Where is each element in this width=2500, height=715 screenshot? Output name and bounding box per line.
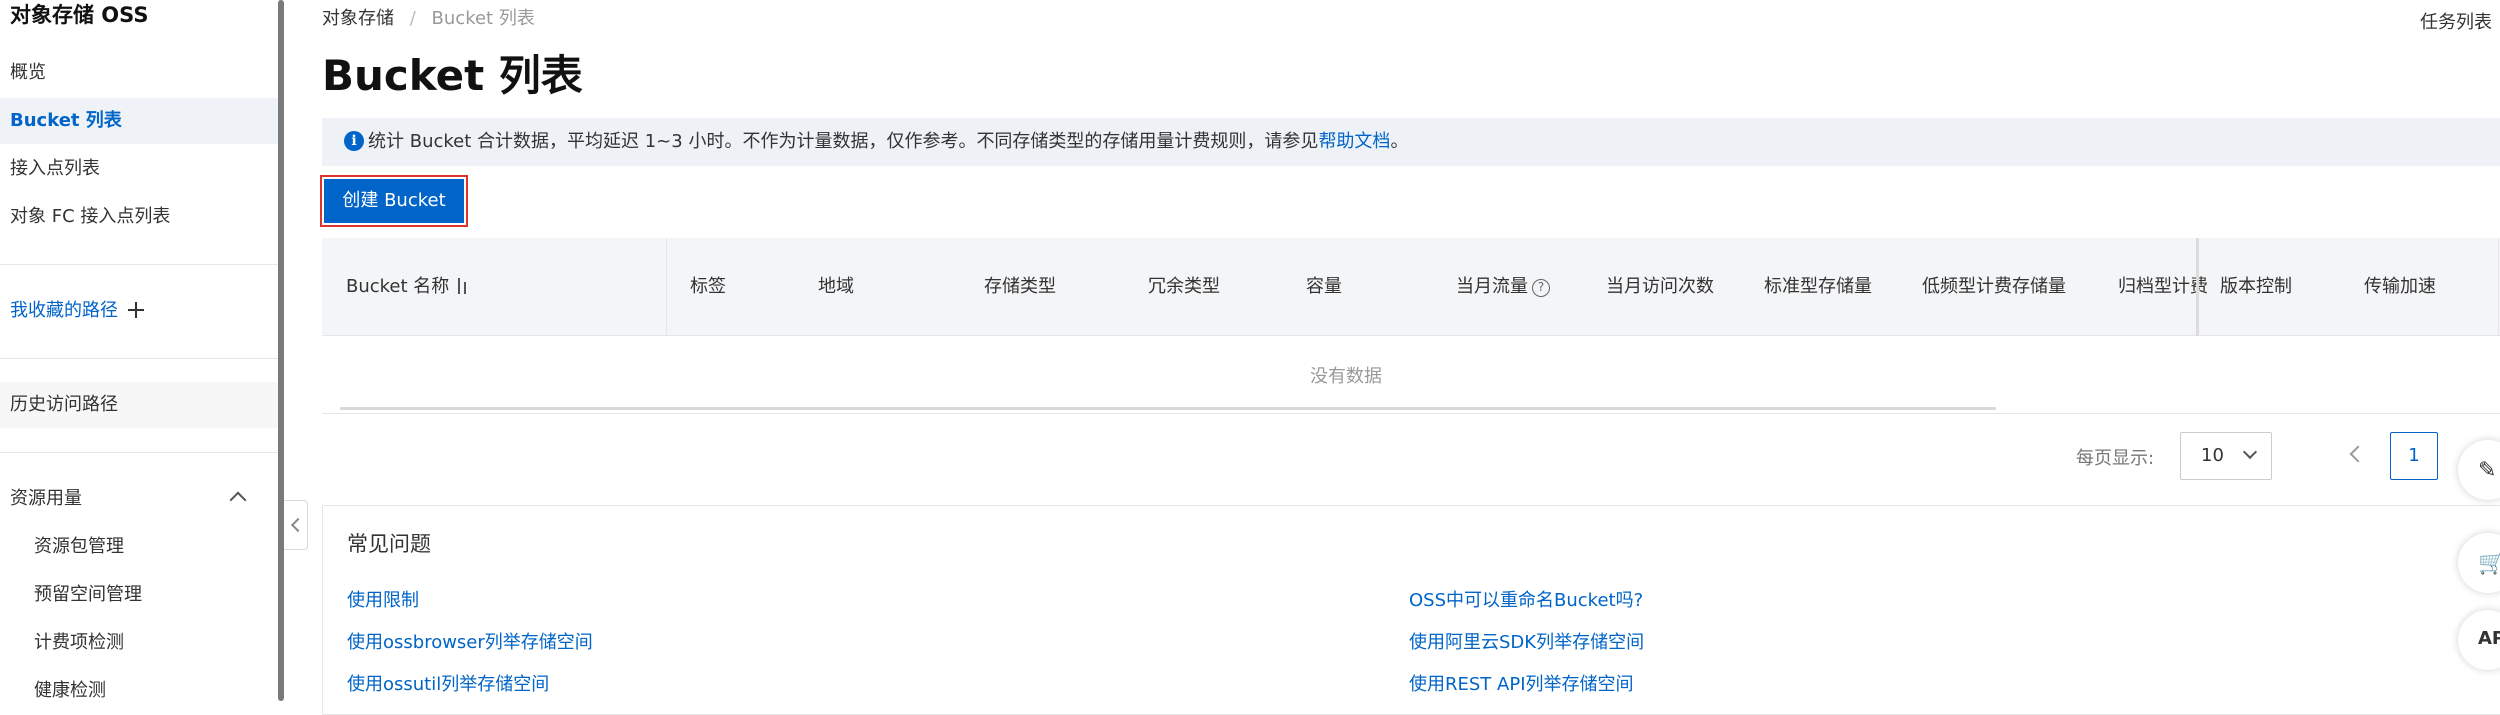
column-ia-storage: 低频型计费存储量 xyxy=(1922,276,2066,297)
column-separator xyxy=(2498,238,2499,336)
bucket-table-header: Bucket 名称 标签 地域 存储类型 冗余类型 容量 当月流量? 当月访问次… xyxy=(322,238,2500,336)
sidebar-group-resource-usage[interactable]: 资源用量 xyxy=(0,476,278,522)
page-size-select[interactable]: 10 xyxy=(2180,432,2272,480)
api-icon: AP xyxy=(2478,628,2500,649)
faq-link[interactable]: 使用ossutil列举存储空间 xyxy=(347,670,549,696)
sidebar-item-billing-check[interactable]: 计费项检测 xyxy=(0,620,278,666)
column-separator[interactable] xyxy=(666,238,667,336)
page-size-label: 每页显示: xyxy=(2076,448,2155,469)
faq-link[interactable]: OSS中可以重命名Bucket吗? xyxy=(1409,586,1643,612)
faq-link[interactable]: 使用限制 xyxy=(347,586,419,612)
task-list-link[interactable]: 任务列表 xyxy=(2420,8,2500,34)
table-empty-text: 没有数据 xyxy=(1310,366,1382,387)
chevron-left-icon xyxy=(290,517,306,533)
info-notice: i 统计 Bucket 合计数据，平均延迟 1~3 小时。不作为计量数据，仅作参考… xyxy=(322,118,2500,166)
faq-link[interactable]: 使用ossbrowser列举存储空间 xyxy=(347,628,593,654)
faq-title: 常见问题 xyxy=(347,532,431,556)
sidebar-history[interactable]: 历史访问路径 xyxy=(0,382,278,428)
sidebar-favorites[interactable]: 我收藏的路径 xyxy=(0,288,278,334)
table-horizontal-scrollbar[interactable] xyxy=(340,407,1996,410)
faq-link[interactable]: 使用阿里云SDK列举存储空间 xyxy=(1409,628,1644,654)
chevron-down-icon xyxy=(2242,444,2258,460)
column-tags: 标签 xyxy=(690,276,726,297)
column-standard-storage: 标准型存储量 xyxy=(1764,276,1872,297)
breadcrumb-root[interactable]: 对象存储 xyxy=(322,8,394,29)
breadcrumb-current: Bucket 列表 xyxy=(431,8,535,29)
edit-icon: ✎ xyxy=(2478,458,2497,483)
sidebar-item-bucket-list[interactable]: Bucket 列表 xyxy=(0,98,278,144)
create-bucket-button-highlight[interactable]: 创建 Bucket xyxy=(320,175,468,227)
sidebar-item-overview[interactable]: 概览 xyxy=(0,50,278,96)
breadcrumb-separator: / xyxy=(409,8,416,29)
fixed-column-shadow xyxy=(2196,238,2199,336)
breadcrumb: 对象存储 / Bucket 列表 xyxy=(322,4,535,30)
sidebar-divider xyxy=(0,264,278,265)
faq-link[interactable]: 使用REST API列举存储空间 xyxy=(1409,670,1634,696)
sidebar: 对象存储 OSS 概览 Bucket 列表 接入点列表 对象 FC 接入点列表 … xyxy=(0,0,280,701)
info-icon: i xyxy=(344,131,364,151)
sidebar-item-resource-package[interactable]: 资源包管理 xyxy=(0,524,278,570)
column-region: 地域 xyxy=(818,276,854,297)
column-label: 当月流量 xyxy=(1456,276,1528,297)
column-monthly-traffic: 当月流量? xyxy=(1456,238,1550,336)
sidebar-item-health-check[interactable]: 健康检测 xyxy=(0,668,278,714)
column-versioning: 版本控制 xyxy=(2220,276,2292,297)
page-number-button[interactable]: 1 xyxy=(2390,432,2438,480)
column-bucket-name[interactable]: Bucket 名称 xyxy=(346,238,469,336)
add-favorite-plus-icon[interactable] xyxy=(128,302,144,318)
help-doc-link[interactable]: 帮助文档 xyxy=(1318,131,1390,152)
column-capacity: 容量 xyxy=(1306,276,1342,297)
help-circle-icon[interactable]: ? xyxy=(1532,279,1550,297)
sidebar-divider xyxy=(0,452,278,453)
column-redundancy: 冗余类型 xyxy=(1148,276,1220,297)
column-storage-class: 存储类型 xyxy=(984,276,1056,297)
page-size-value: 10 xyxy=(2201,445,2224,466)
sidebar-divider xyxy=(0,358,278,359)
page-title: Bucket 列表 xyxy=(322,51,583,100)
cart-icon: 🛒 xyxy=(2478,551,2500,576)
faq-card: 常见问题 使用限制 使用ossbrowser列举存储空间 使用ossutil列举… xyxy=(322,505,2500,715)
chevron-up-icon[interactable] xyxy=(229,491,247,509)
notice-suffix: 。 xyxy=(1390,131,1409,152)
sidebar-collapse-button[interactable] xyxy=(284,500,308,550)
create-bucket-button[interactable]: 创建 Bucket xyxy=(324,179,464,223)
sidebar-scrollbar[interactable] xyxy=(278,0,284,701)
resource-usage-label: 资源用量 xyxy=(10,488,82,509)
prev-page-button[interactable] xyxy=(2348,446,2364,462)
notice-text: 统计 Bucket 合计数据，平均延迟 1~3 小时。不作为计量数据，仅作参考。… xyxy=(368,131,1319,152)
floating-edit-button[interactable]: ✎ xyxy=(2458,440,2500,500)
sort-icon[interactable] xyxy=(455,278,469,294)
table-bottom-border xyxy=(322,413,2500,414)
column-transfer-acceleration: 传输加速 xyxy=(2364,276,2436,297)
sidebar-item-reserved-space[interactable]: 预留空间管理 xyxy=(0,572,278,618)
column-monthly-requests: 当月访问次数 xyxy=(1606,276,1714,297)
column-label: Bucket 名称 xyxy=(346,276,450,297)
sidebar-item-access-points[interactable]: 接入点列表 xyxy=(0,146,278,192)
sidebar-item-fc-access-points[interactable]: 对象 FC 接入点列表 xyxy=(0,194,278,240)
favorites-label[interactable]: 我收藏的路径 xyxy=(10,300,118,321)
sidebar-title: 对象存储 OSS xyxy=(10,3,149,27)
